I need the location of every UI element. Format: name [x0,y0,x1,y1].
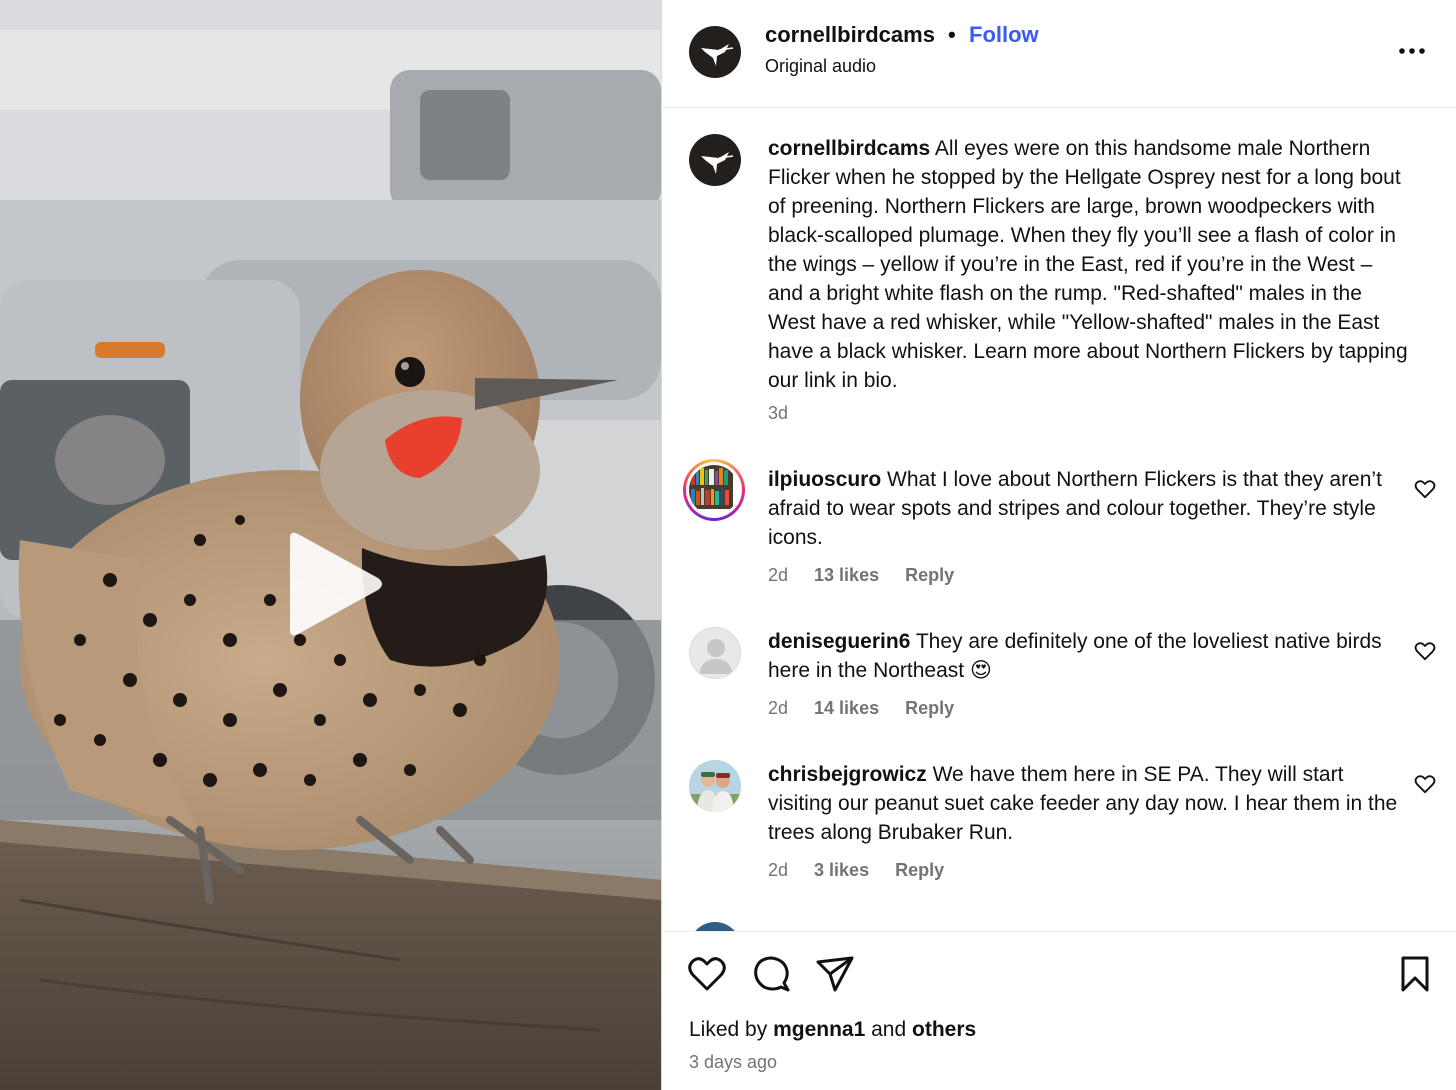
comment-meta: 2d 3 likes Reply [768,860,970,881]
heart-eyes-emoji: 😍 [969,659,992,682]
comment-avatar-partial[interactable] [689,922,741,931]
play-icon[interactable] [282,530,386,638]
caption-body: All eyes were on this handsome male Nort… [768,137,1408,392]
comment-likes[interactable]: 3 likes [814,860,869,880]
comment-text: chrisbejgrowicz We have them here in SE … [768,760,1408,847]
default-user-icon [699,639,733,674]
comment-likes[interactable]: 14 likes [814,698,879,718]
post-details-panel: cornellbirdcams • Follow Original audio … [661,0,1456,1090]
couple-photo-avatar [689,760,741,812]
profile-avatar[interactable] [689,26,741,78]
comment-username[interactable]: chrisbejgrowicz [768,763,927,786]
caption-time[interactable]: 3d [768,403,788,423]
liked-by: Liked by mgenna1 and others [689,1018,976,1042]
comment-bubble-icon[interactable] [751,954,791,994]
reply-button[interactable]: Reply [895,860,944,880]
caption-avatar[interactable] [689,134,741,186]
post-time[interactable]: 3 days ago [689,1052,777,1073]
comment-text: ilpiuoscuro What I love about Northern F… [768,465,1408,552]
follow-button[interactable]: Follow [969,22,1039,48]
comment-time[interactable]: 2d [768,860,788,880]
comment-text: deniseguerin6 They are definitely one of… [768,627,1408,685]
comments-list[interactable]: cornellbirdcams All eyes were on this ha… [662,109,1456,931]
separator-dot: • [948,22,956,47]
liked-by-prefix: Liked by [689,1018,768,1041]
post-video[interactable] [0,0,661,1090]
paper-plane-icon[interactable] [815,954,855,994]
caption-text: cornellbirdcams All eyes were on this ha… [768,134,1408,395]
comment-avatar[interactable] [689,627,741,679]
comment-likes[interactable]: 13 likes [814,565,879,585]
liked-by-others[interactable]: others [912,1018,976,1041]
hummingbird-logo-icon [701,152,734,174]
bookmark-icon[interactable] [1395,954,1435,994]
liked-by-user[interactable]: mgenna1 [773,1018,865,1041]
bookshelf-avatar-image [689,465,733,509]
reply-button[interactable]: Reply [905,565,954,585]
more-options-icon[interactable] [1397,40,1427,62]
heart-icon[interactable] [1414,479,1436,499]
heart-icon[interactable] [687,954,727,994]
caption-username[interactable]: cornellbirdcams [768,137,930,160]
comment-avatar[interactable] [689,760,741,812]
caption-meta: 3d [768,403,814,424]
comment-time[interactable]: 2d [768,698,788,718]
comment-avatar-story-ring[interactable] [683,459,745,521]
post-actions: Liked by mgenna1 and others 3 days ago [662,931,1456,1090]
comment-username[interactable]: ilpiuoscuro [768,468,881,491]
comment-meta: 2d 14 likes Reply [768,698,980,719]
hummingbird-logo-icon [701,44,734,66]
liked-by-and: and [871,1018,907,1041]
comment-time[interactable]: 2d [768,565,788,585]
post-header: cornellbirdcams • Follow Original audio [662,0,1456,108]
audio-label[interactable]: Original audio [765,56,876,77]
heart-icon[interactable] [1414,641,1436,661]
header-username[interactable]: cornellbirdcams [765,22,935,48]
heart-icon[interactable] [1414,774,1436,794]
comment-meta: 2d 13 likes Reply [768,565,980,586]
reply-button[interactable]: Reply [905,698,954,718]
comment-username[interactable]: deniseguerin6 [768,630,910,653]
